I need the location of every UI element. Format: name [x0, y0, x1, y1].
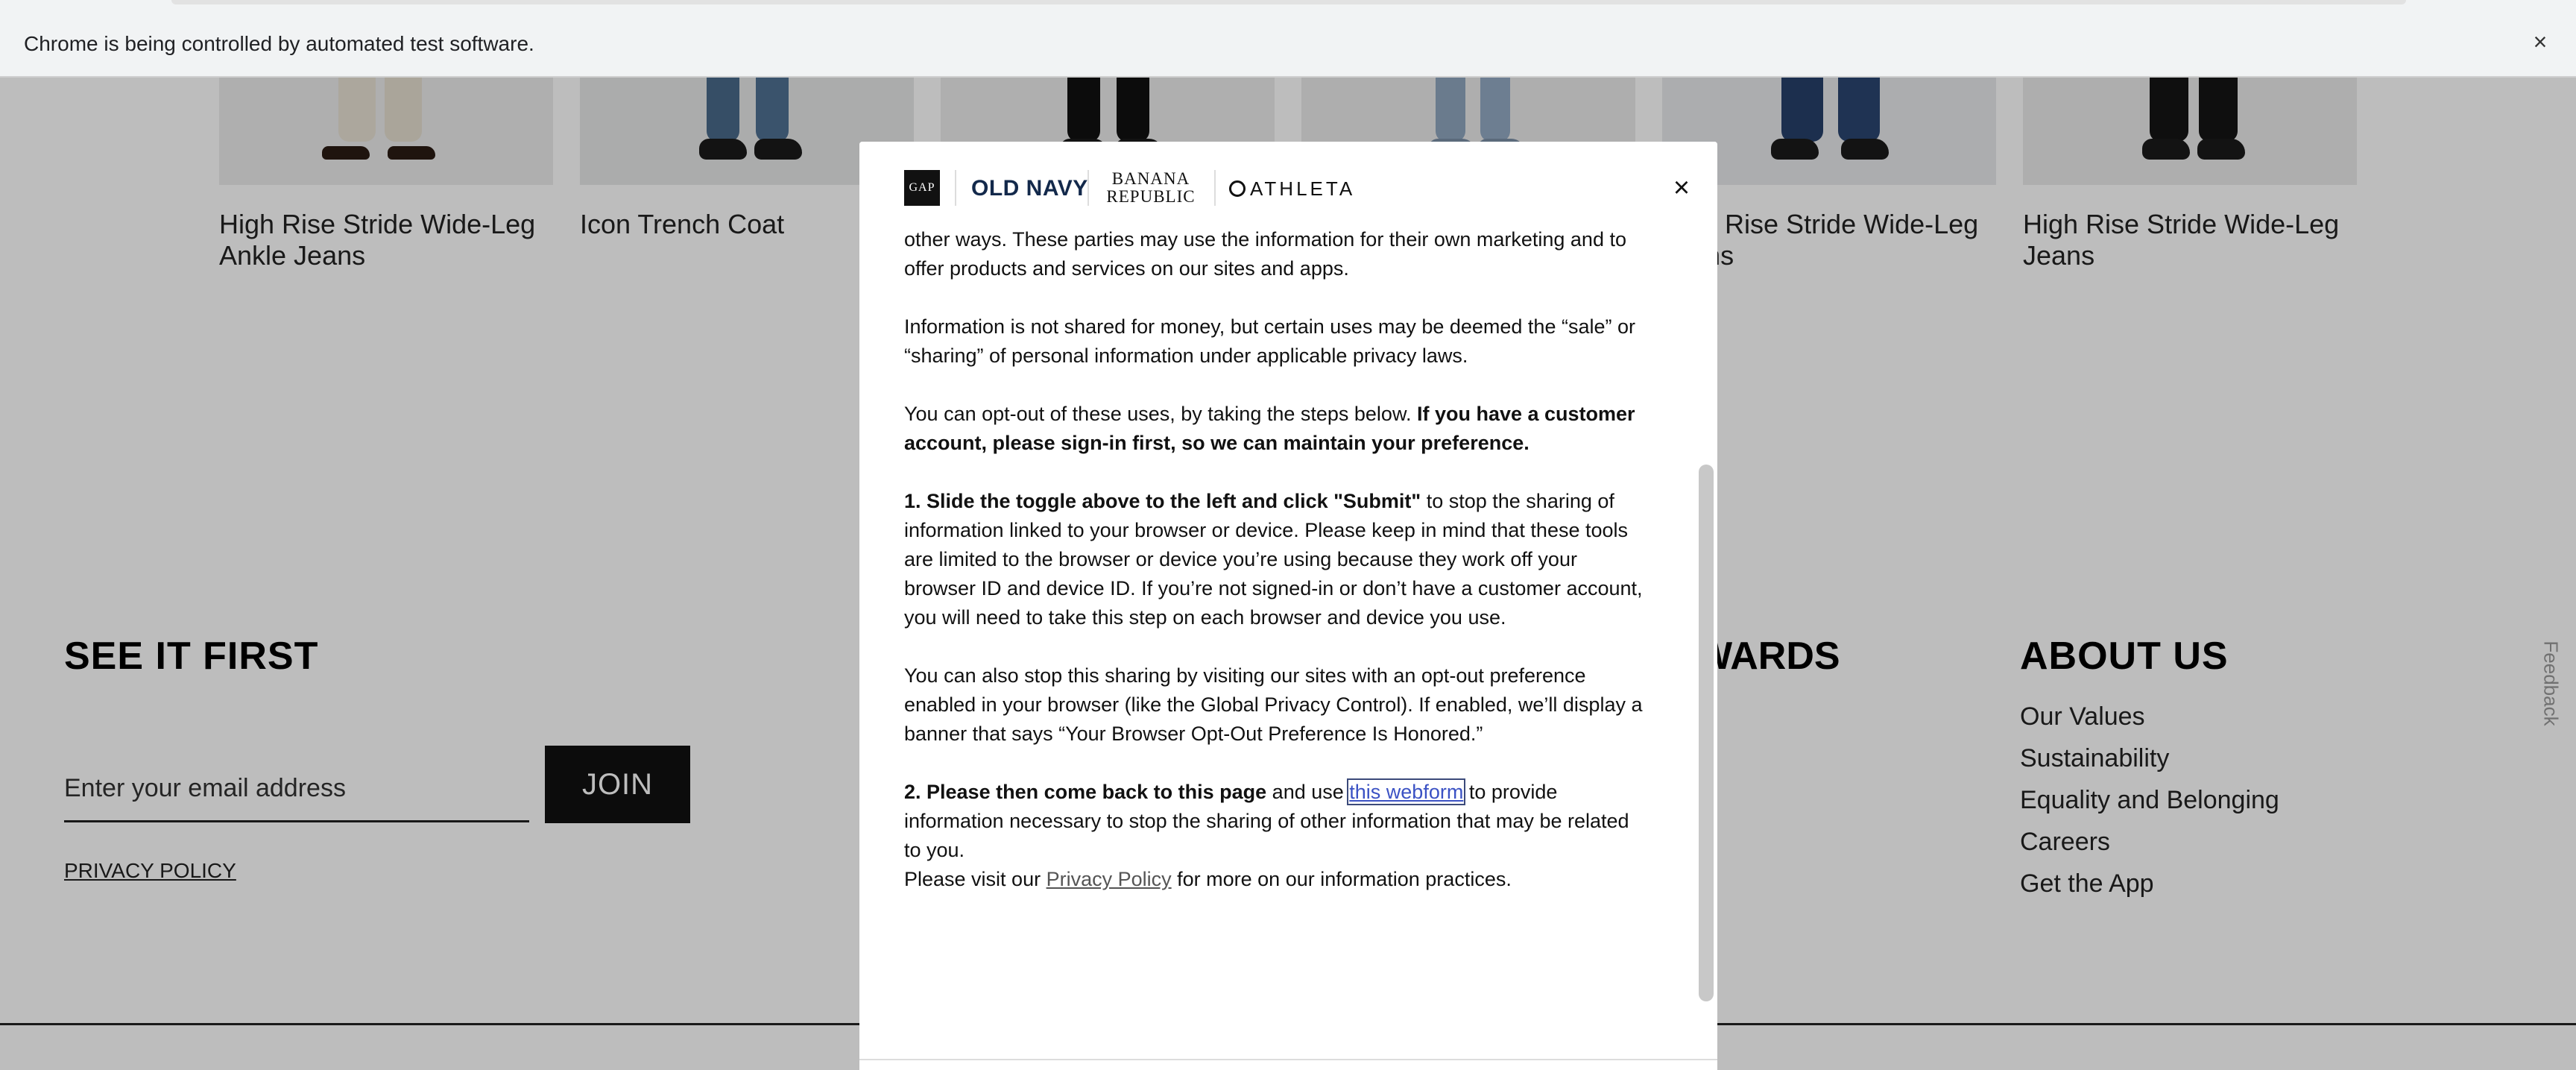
modal-bold-text: 2. Please then come back to this page [904, 781, 1267, 803]
brand-divider [1214, 170, 1216, 206]
modal-text: Please visit our [904, 868, 1046, 890]
privacy-policy-link[interactable]: Privacy Policy [1046, 868, 1172, 890]
browser-toolbar-edge [171, 0, 2406, 4]
privacy-choices-modal: GAP OLD NAVY BANANA REPUBLIC ATHLETA × o… [859, 142, 1717, 1070]
webform-link[interactable]: this webform [1347, 778, 1466, 805]
modal-paragraph: You can opt-out of these uses, by taking… [904, 400, 1650, 458]
gap-logo: GAP [904, 170, 940, 206]
modal-footer-divider [859, 1059, 1717, 1060]
brand-divider [1087, 170, 1089, 206]
modal-paragraph: You can also stop this sharing by visiti… [904, 664, 1643, 745]
modal-paragraph: 2. Please then come back to this page an… [904, 778, 1650, 865]
automation-infobar: Chrome is being controlled by automated … [0, 0, 2576, 78]
modal-header: GAP OLD NAVY BANANA REPUBLIC ATHLETA × [859, 142, 1717, 216]
banana-republic-logo: BANANA REPUBLIC [1102, 170, 1199, 206]
close-icon[interactable]: × [1667, 173, 1696, 203]
modal-paragraph: Information is not shared for money, but… [904, 315, 1635, 367]
brand-divider [955, 170, 956, 206]
banana-republic-logo-line2: REPUBLIC [1106, 187, 1196, 206]
modal-paragraph: Please visit our Privacy Policy for more… [904, 865, 1650, 894]
modal-text: for more on our information practices. [1171, 868, 1512, 890]
modal-bold-text: 1. Slide the toggle above to the left an… [904, 490, 1421, 512]
automation-infobar-text: Chrome is being controlled by automated … [24, 32, 534, 55]
modal-text: and use [1266, 781, 1350, 803]
modal-paragraph: 1. Slide the toggle above to the left an… [904, 487, 1650, 632]
infobar-close-icon[interactable]: × [2527, 28, 2554, 55]
modal-text: You can opt-out of these uses, by taking… [904, 403, 1417, 425]
modal-paragraph: other ways. These parties may use the in… [904, 228, 1626, 280]
athleta-mark-icon [1229, 180, 1246, 197]
athleta-logo-text: ATHLETA [1250, 177, 1356, 200]
athleta-logo: ATHLETA [1229, 177, 1355, 201]
modal-scrollbar-thumb[interactable] [1699, 465, 1714, 1001]
old-navy-logo: OLD NAVY [971, 176, 1088, 201]
banana-republic-logo-line1: BANANA [1111, 169, 1190, 188]
